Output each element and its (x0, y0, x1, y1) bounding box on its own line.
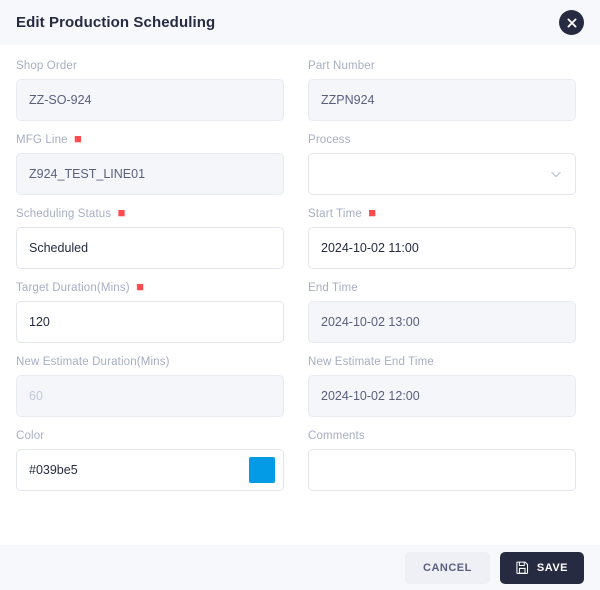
modal-header: Edit Production Scheduling (0, 0, 600, 45)
label-text: Start Time (308, 208, 362, 220)
field-process: Process (308, 133, 576, 195)
scheduling-status-value: Scheduled (29, 240, 89, 255)
new-estimate-duration-input[interactable]: 60 (16, 375, 284, 417)
label-text: Color (16, 430, 45, 442)
end-time-input[interactable]: 2024-10-02 13:00 (308, 301, 576, 343)
label-scheduling-status: Scheduling Status ■ (16, 205, 284, 221)
label-text: New Estimate Duration(Mins) (16, 356, 170, 368)
shop-order-input[interactable]: ZZ-SO-924 (16, 79, 284, 121)
field-new-estimate-end-time: New Estimate End Time 2024-10-02 12:00 (308, 355, 576, 417)
target-duration-input[interactable]: 120 (16, 301, 284, 343)
modal-body: Shop Order ZZ-SO-924 Part Number ZZPN924… (0, 45, 600, 545)
new-estimate-duration-placeholder: 60 (29, 388, 43, 403)
chevron-down-icon (549, 167, 563, 181)
label-start-time: Start Time ■ (308, 205, 576, 221)
required-asterisk: ■ (368, 205, 377, 220)
label-text: Process (308, 134, 351, 146)
color-swatch[interactable] (249, 457, 275, 483)
label-text: Scheduling Status (16, 208, 112, 220)
label-part-number: Part Number (308, 59, 576, 73)
scheduling-status-input[interactable]: Scheduled (16, 227, 284, 269)
form-grid: Shop Order ZZ-SO-924 Part Number ZZPN924… (16, 59, 584, 503)
field-color: Color #039be5 (16, 429, 284, 491)
target-duration-value: 120 (29, 314, 50, 329)
label-process: Process (308, 133, 576, 147)
edit-production-scheduling-modal: Edit Production Scheduling Shop Order ZZ… (0, 0, 600, 590)
close-button[interactable] (559, 10, 584, 35)
label-shop-order: Shop Order (16, 59, 284, 73)
field-shop-order: Shop Order ZZ-SO-924 (16, 59, 284, 121)
cancel-button[interactable]: CANCEL (405, 551, 490, 584)
save-button[interactable]: SAVE (499, 551, 584, 584)
field-part-number: Part Number ZZPN924 (308, 59, 576, 121)
label-new-estimate-duration: New Estimate Duration(Mins) (16, 355, 284, 369)
required-asterisk: ■ (136, 279, 145, 294)
field-comments: Comments (308, 429, 576, 491)
new-estimate-end-time-input[interactable]: 2024-10-02 12:00 (308, 375, 576, 417)
part-number-value: ZZPN924 (321, 92, 375, 107)
comments-input[interactable] (308, 449, 576, 491)
label-text: MFG Line (16, 134, 68, 146)
label-text: End Time (308, 282, 358, 294)
color-value: #039be5 (29, 462, 78, 477)
label-text: New Estimate End Time (308, 356, 434, 368)
field-scheduling-status: Scheduling Status ■ Scheduled (16, 205, 284, 269)
label-text: Target Duration(Mins) (16, 282, 130, 294)
save-icon (516, 561, 529, 574)
field-start-time: Start Time ■ 2024-10-02 11:00 (308, 205, 576, 269)
start-time-value: 2024-10-02 11:00 (321, 240, 419, 255)
save-button-label: SAVE (536, 561, 568, 574)
field-new-estimate-duration: New Estimate Duration(Mins) 60 (16, 355, 284, 417)
label-target-duration: Target Duration(Mins) ■ (16, 279, 284, 295)
label-mfg-line: MFG Line ■ (16, 131, 284, 147)
label-color: Color (16, 429, 284, 443)
part-number-input[interactable]: ZZPN924 (308, 79, 576, 121)
field-target-duration: Target Duration(Mins) ■ 120 (16, 279, 284, 343)
modal-footer: CANCEL SAVE (0, 545, 600, 590)
label-comments: Comments (308, 429, 576, 443)
new-estimate-end-time-value: 2024-10-02 12:00 (321, 388, 420, 403)
field-mfg-line: MFG Line ■ Z924_TEST_LINE01 (16, 131, 284, 195)
label-new-estimate-end-time: New Estimate End Time (308, 355, 576, 369)
label-text: Shop Order (16, 60, 77, 72)
color-input[interactable]: #039be5 (16, 449, 284, 491)
label-text: Part Number (308, 60, 375, 72)
close-icon (567, 18, 577, 28)
required-asterisk: ■ (117, 205, 126, 220)
field-end-time: End Time 2024-10-02 13:00 (308, 281, 576, 343)
page-title: Edit Production Scheduling (16, 14, 216, 31)
mfg-line-value: Z924_TEST_LINE01 (29, 166, 146, 181)
process-select[interactable] (308, 153, 576, 195)
shop-order-value: ZZ-SO-924 (29, 92, 92, 107)
required-asterisk: ■ (74, 131, 83, 146)
label-end-time: End Time (308, 281, 576, 295)
mfg-line-input[interactable]: Z924_TEST_LINE01 (16, 153, 284, 195)
label-text: Comments (308, 430, 365, 442)
end-time-value: 2024-10-02 13:00 (321, 314, 420, 329)
start-time-input[interactable]: 2024-10-02 11:00 (308, 227, 576, 269)
